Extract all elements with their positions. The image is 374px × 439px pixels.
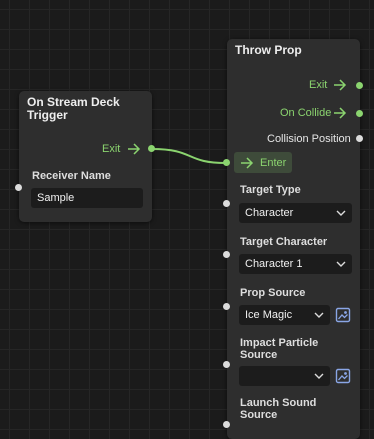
receiver-name-label: Receiver Name [32, 170, 111, 182]
asset-picker-icon[interactable] [335, 368, 351, 384]
enter-port[interactable]: Enter [234, 152, 292, 173]
launch-sound-label: Launch Sound Source [240, 397, 317, 421]
impact-particle-label: Impact Particle Source [240, 337, 319, 361]
launch-sound-connector[interactable] [223, 421, 230, 428]
arrow-right-icon [128, 143, 141, 155]
target-type-value: Character [245, 207, 294, 219]
prop-source-label: Prop Source [240, 287, 306, 299]
on-collide-port-connector[interactable] [356, 110, 363, 117]
arrow-right-icon [334, 79, 347, 91]
impact-particle-connector[interactable] [223, 361, 230, 368]
exit-port-connector[interactable] [148, 145, 155, 152]
on-collide-port-label: On Collide [280, 107, 332, 119]
stream-deck-trigger-node[interactable]: On Stream Deck Trigger Exit Receiver Nam… [15, 91, 155, 222]
receiver-name-input[interactable]: Sample [31, 188, 143, 208]
chevron-down-icon [314, 312, 324, 318]
chevron-down-icon [314, 373, 324, 379]
prop-source-value: Ice Magic [245, 309, 293, 321]
node-title: On Stream Deck Trigger [27, 95, 120, 122]
arrow-right-icon [241, 156, 254, 169]
target-type-label: Target Type [240, 184, 301, 196]
impact-particle-dropdown[interactable] [239, 366, 330, 386]
target-character-label: Target Character [240, 236, 328, 248]
exit-port-connector[interactable] [356, 82, 363, 89]
chevron-down-icon [336, 210, 346, 216]
arrow-right-icon [334, 107, 347, 119]
target-character-value: Character 1 [245, 258, 303, 270]
node-title: Throw Prop [235, 43, 302, 57]
collision-position-connector[interactable] [356, 135, 363, 142]
exit-port-label: Exit [309, 79, 328, 91]
target-type-dropdown[interactable]: Character [239, 203, 352, 223]
enter-port-connector[interactable] [223, 159, 230, 166]
receiver-name-value: Sample [37, 192, 75, 204]
exit-port-label: Exit [102, 143, 121, 155]
chevron-down-icon [336, 261, 346, 267]
prop-source-dropdown[interactable]: Ice Magic [239, 305, 330, 325]
prop-source-connector[interactable] [223, 303, 230, 310]
target-character-dropdown[interactable]: Character 1 [239, 254, 352, 274]
collision-position-label: Collision Position [267, 133, 351, 145]
asset-picker-icon[interactable] [335, 307, 351, 323]
target-character-connector[interactable] [223, 251, 230, 258]
target-type-connector[interactable] [223, 200, 230, 207]
enter-port-label: Enter [260, 156, 287, 169]
receiver-name-connector[interactable] [15, 184, 22, 191]
throw-prop-node[interactable]: Throw Prop Exit On Collide Collision Pos… [223, 39, 363, 439]
